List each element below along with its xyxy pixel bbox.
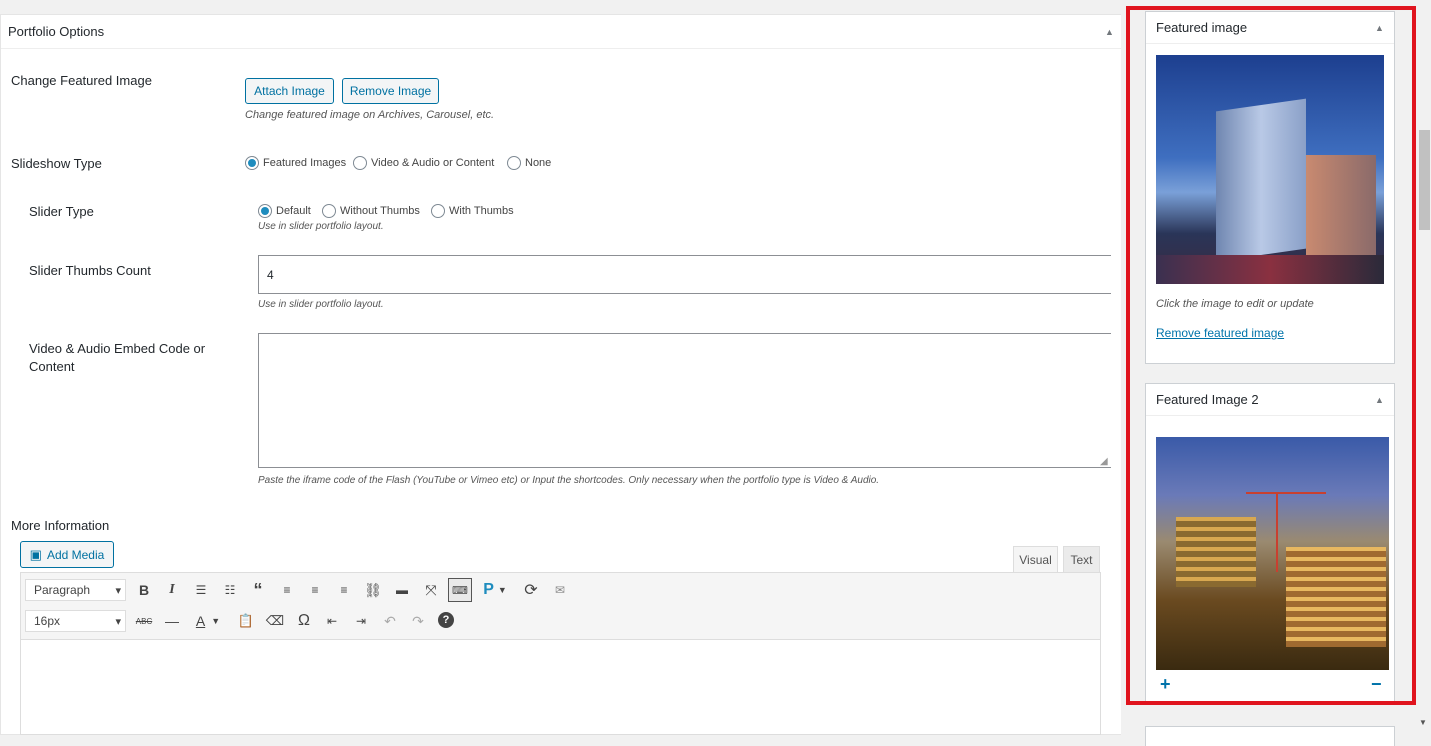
paragraph-style-icon[interactable]: P ▼ [480, 580, 510, 600]
remove-image-button[interactable]: Remove Image [342, 78, 439, 104]
media-icon: ▣ [29, 546, 42, 562]
chevron-down-icon: ▼ [211, 616, 221, 626]
radio-checked-icon [245, 156, 259, 170]
align-left-icon[interactable]: ≡ [277, 580, 297, 600]
font-size-select[interactable]: 16px [25, 610, 126, 632]
radio-without-thumbs[interactable]: Without Thumbs [322, 204, 420, 218]
change-featured-label: Change Featured Image [11, 73, 152, 88]
scrollbar[interactable] [1418, 0, 1431, 735]
attach-image-button[interactable]: Attach Image [245, 78, 334, 104]
embed-desc: Paste the iframe code of the Flash (YouT… [258, 475, 880, 486]
read-more-icon[interactable]: ▬ [392, 580, 412, 600]
tab-visual[interactable]: Visual [1013, 546, 1058, 572]
fullscreen-icon[interactable]: ⤧ [421, 580, 441, 600]
paste-text-icon[interactable]: 📋 [236, 611, 256, 631]
italic-icon[interactable]: I [162, 580, 182, 600]
change-featured-desc: Change featured image on Archives, Carou… [245, 109, 495, 121]
undo-icon[interactable]: ↶ [380, 611, 400, 631]
radio-unchecked-icon [353, 156, 367, 170]
format-select[interactable]: Paragraph [25, 579, 126, 601]
bold-icon[interactable]: B [134, 580, 154, 600]
numbered-list-icon[interactable]: ☷ [220, 580, 240, 600]
add-media-button[interactable]: ▣ Add Media [20, 541, 114, 568]
outdent-icon[interactable]: ⇤ [322, 611, 342, 631]
thumbs-count-input[interactable]: 4 [258, 255, 1111, 294]
radio-checked-icon [258, 204, 272, 218]
align-right-icon[interactable]: ≡ [334, 580, 354, 600]
portfolio-options-title: Portfolio Options [8, 24, 105, 39]
bullet-list-icon[interactable]: ☰ [191, 580, 211, 600]
chevron-down-icon: ▼ [497, 585, 507, 595]
thumbs-count-desc: Use in slider portfolio layout. [258, 299, 384, 310]
mail-icon[interactable]: ✉ [550, 580, 570, 600]
embed-label-line2: Content [29, 359, 75, 374]
resize-handle-icon[interactable]: ◢ [1100, 456, 1108, 467]
collapse-arrow-icon[interactable]: ▲ [1105, 27, 1114, 37]
next-sidebar-box [1145, 726, 1395, 746]
slider-type-label: Slider Type [29, 204, 94, 219]
help-icon[interactable]: ? [438, 612, 454, 628]
clear-formatting-icon[interactable]: ⌫ [265, 611, 285, 631]
radio-none[interactable]: None [507, 156, 551, 170]
highlight-box [1126, 6, 1416, 705]
embed-label-line1: Video & Audio Embed Code or [29, 341, 206, 356]
radio-featured-images[interactable]: Featured Images [245, 156, 346, 170]
radio-with-thumbs[interactable]: With Thumbs [431, 204, 514, 218]
refresh-icon[interactable]: ⟳ [521, 580, 541, 600]
align-center-icon[interactable]: ≡ [305, 580, 325, 600]
more-information-title: More Information [11, 518, 110, 533]
radio-unchecked-icon [322, 204, 336, 218]
blockquote-icon[interactable]: “ [248, 580, 268, 600]
toolbar-toggle-icon[interactable]: ⌨ [448, 578, 472, 602]
link-icon[interactable]: ⛓ [363, 580, 383, 600]
strikethrough-icon[interactable]: ABC [134, 611, 154, 631]
special-character-icon[interactable]: Ω [294, 611, 314, 631]
portfolio-options-header[interactable]: Portfolio Options [1, 15, 1121, 49]
slider-type-desc: Use in slider portfolio layout. [258, 221, 384, 232]
tab-text[interactable]: Text [1063, 546, 1100, 572]
horizontal-line-icon[interactable]: — [162, 611, 182, 631]
slideshow-type-label: Slideshow Type [11, 156, 102, 171]
radio-default[interactable]: Default [258, 204, 311, 218]
embed-code-textarea[interactable] [258, 333, 1111, 468]
text-color-icon[interactable]: A ▼ [190, 611, 226, 631]
editor-content-area[interactable] [20, 640, 1101, 735]
radio-video-audio[interactable]: Video & Audio or Content [353, 156, 494, 170]
thumbs-count-label: Slider Thumbs Count [29, 263, 151, 278]
radio-unchecked-icon [431, 204, 445, 218]
indent-icon[interactable]: ⇥ [351, 611, 371, 631]
redo-icon[interactable]: ↷ [408, 611, 428, 631]
scrollbar-thumb[interactable] [1419, 130, 1430, 230]
scroll-down-icon[interactable]: ▼ [1419, 718, 1427, 727]
radio-unchecked-icon [507, 156, 521, 170]
